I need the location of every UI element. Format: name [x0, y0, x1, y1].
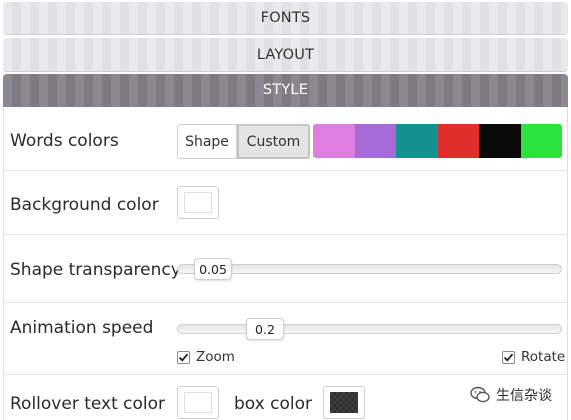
box-color-label: box color	[234, 394, 312, 414]
custom-color-palette	[313, 124, 562, 158]
custom-colors-button[interactable]: Custom	[237, 124, 310, 159]
rollover-box-color-preview	[330, 392, 358, 413]
style-section-header[interactable]: STYLE	[3, 74, 568, 107]
color-swatch-6[interactable]	[520, 124, 562, 158]
background-color-picker[interactable]	[177, 186, 219, 219]
rollover-box-color-picker[interactable]	[323, 386, 365, 419]
animation-speed-slider[interactable]	[177, 324, 562, 334]
watermark-text: 生信杂谈	[496, 388, 552, 404]
animation-speed-handle[interactable]: 0.2	[246, 318, 284, 340]
rollover-text-color-picker[interactable]	[177, 386, 219, 419]
color-swatch-1[interactable]	[313, 124, 355, 158]
words-colors-label: Words colors	[10, 131, 119, 151]
rollover-text-color-preview	[184, 392, 212, 413]
zoom-option[interactable]: Zoom	[177, 349, 235, 365]
checkmark-icon	[503, 353, 514, 362]
words-colors-mode-toggle: Shape Custom	[177, 124, 310, 159]
background-color-preview	[184, 192, 212, 213]
color-swatch-4[interactable]	[437, 124, 479, 158]
shape-transparency-label: Shape transparency	[10, 260, 181, 280]
animation-speed-label: Animation speed	[10, 318, 154, 338]
wechat-icon	[470, 386, 490, 403]
rotate-option[interactable]: Rotate	[502, 349, 565, 365]
rotate-checkbox[interactable]	[502, 350, 515, 364]
layout-section-header[interactable]: LAYOUT	[3, 38, 568, 72]
background-color-label: Background color	[10, 195, 159, 215]
row-divider	[3, 374, 568, 375]
shape-transparency-handle[interactable]: 0.05	[194, 258, 232, 280]
row-divider	[3, 170, 568, 171]
shape-transparency-slider[interactable]	[177, 264, 562, 274]
shape-colors-button[interactable]: Shape	[177, 124, 237, 159]
color-swatch-5[interactable]	[479, 124, 521, 158]
zoom-label: Zoom	[196, 349, 235, 365]
zoom-checkbox[interactable]	[177, 350, 190, 364]
rollover-text-color-label: Rollover text color	[10, 394, 166, 414]
checkmark-icon	[178, 353, 189, 362]
wechat-watermark: 生信杂谈	[470, 385, 552, 405]
color-swatch-2[interactable]	[354, 124, 396, 158]
fonts-section-header[interactable]: FONTS	[3, 2, 568, 35]
color-swatch-3[interactable]	[396, 124, 438, 158]
rotate-label: Rotate	[521, 349, 566, 365]
row-divider	[3, 234, 568, 235]
row-divider	[3, 302, 568, 303]
